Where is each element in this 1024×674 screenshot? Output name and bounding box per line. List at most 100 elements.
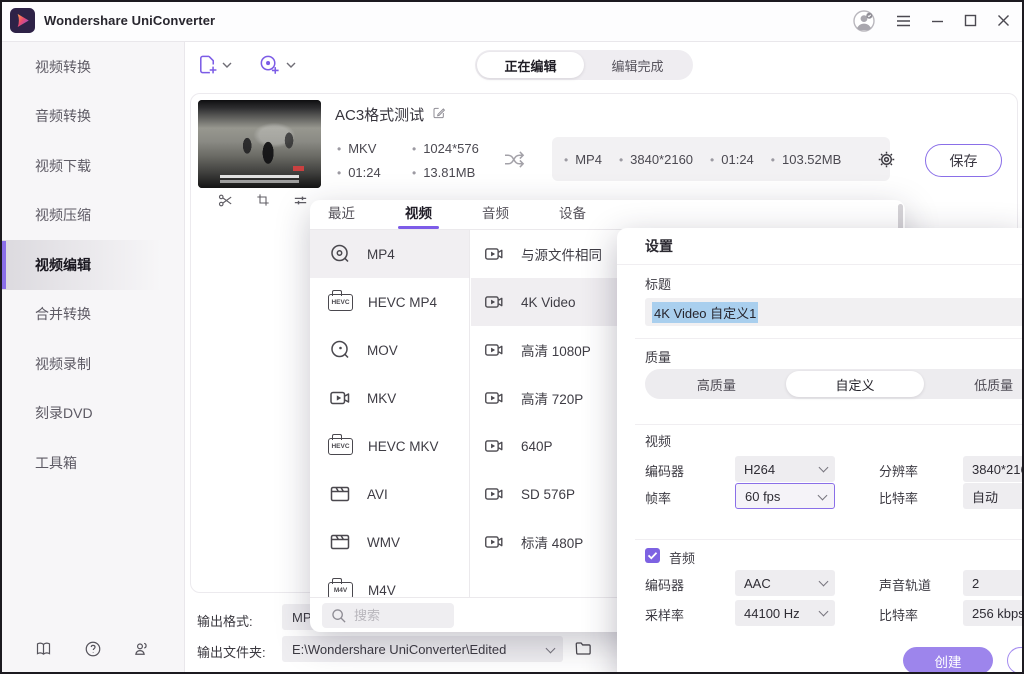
create-button[interactable]: 创建: [903, 647, 993, 674]
preset-label: 高清 1080P: [521, 340, 591, 360]
output-file-info: MP4 3840*2160 01:24 103.52MB: [552, 137, 890, 181]
crop-icon[interactable]: [255, 192, 271, 209]
sidebar-item-video-download[interactable]: 视频下载: [0, 141, 184, 191]
video-preset-icon: [483, 291, 505, 313]
framerate-label: 帧率: [645, 488, 671, 507]
video-encoder-label: 编码器: [645, 461, 684, 480]
audio-enabled-checkbox[interactable]: [645, 548, 660, 563]
tab-video[interactable]: 视频: [395, 200, 442, 229]
effects-sliders-icon[interactable]: [292, 192, 309, 209]
tab-label: 正在编辑: [504, 56, 556, 75]
source-resolution: 1024*576: [412, 141, 479, 156]
output-settings-gear-icon[interactable]: [877, 150, 896, 169]
value: 2: [972, 576, 979, 591]
sidebar-item-video-edit[interactable]: 视频编辑: [0, 240, 184, 290]
video-bitrate-value-box[interactable]: 自动: [963, 483, 1024, 509]
audio-encoder-select[interactable]: AAC: [735, 570, 835, 596]
tab-audio[interactable]: 音频: [472, 200, 519, 229]
chevron-down-icon: [546, 644, 556, 654]
sidebar-item-merge-convert[interactable]: 合并转换: [0, 290, 184, 340]
community-icon[interactable]: [132, 640, 151, 658]
settings-panel: 设置 标题 4K Video 自定义1 质量 高质量 自定义 低质量 视频 编码…: [617, 228, 1024, 674]
divider: [635, 338, 1024, 339]
sidebar-item-label: 视频转换: [35, 57, 91, 77]
format-item-hevc-mkv[interactable]: HEVC HEVC MKV: [310, 422, 469, 470]
sidebar-bottom-bar: [0, 640, 185, 658]
tab-recent[interactable]: 最近: [318, 200, 365, 229]
output-format: MP4: [564, 152, 602, 167]
add-disc-button[interactable]: [258, 53, 281, 76]
tab-label: 音频: [482, 206, 509, 221]
add-file-chevron-down-icon[interactable]: [222, 62, 232, 69]
preset-name-input[interactable]: 4K Video 自定义1: [645, 298, 1024, 326]
output-duration: 01:24: [710, 152, 754, 167]
audio-channel-value-box[interactable]: 2: [963, 570, 1024, 596]
samplerate-select[interactable]: 44100 Hz: [735, 600, 835, 626]
video-camera-icon: [328, 386, 352, 410]
quality-option-high[interactable]: 高质量: [647, 371, 786, 397]
add-file-button[interactable]: [196, 53, 219, 76]
format-item-wmv[interactable]: WMV: [310, 518, 469, 566]
account-avatar-icon[interactable]: [852, 9, 876, 33]
minimize-button[interactable]: [931, 15, 944, 27]
add-disc-chevron-down-icon[interactable]: [286, 62, 296, 69]
audio-bitrate-value-box[interactable]: 256 kbps: [963, 600, 1024, 626]
trim-scissors-icon[interactable]: [217, 192, 234, 209]
film-clapper-icon: [328, 482, 352, 506]
framerate-select[interactable]: 60 fps: [735, 483, 835, 509]
value: 3840*2160: [972, 462, 1024, 477]
close-button[interactable]: [997, 14, 1010, 27]
format-item-mp4[interactable]: MP4: [310, 230, 469, 278]
sidebar-item-screen-record[interactable]: 视频录制: [0, 339, 184, 389]
menu-icon[interactable]: [896, 15, 911, 27]
sidebar-item-label: 视频下载: [35, 156, 91, 176]
format-label: MP4: [367, 247, 395, 262]
segment-label: 高质量: [697, 375, 736, 394]
sidebar-item-label: 工具箱: [35, 453, 77, 473]
app-logo-icon: [10, 8, 35, 33]
selected-text: 4K Video 自定义1: [652, 302, 758, 323]
disc-dot-icon: [328, 338, 352, 362]
tab-device[interactable]: 设备: [549, 200, 596, 229]
format-item-hevc-mp4[interactable]: HEVC HEVC MP4: [310, 278, 469, 326]
tab-editing[interactable]: 正在编辑: [477, 52, 584, 78]
output-folder-select[interactable]: E:\Wondershare UniConverter\Edited: [282, 636, 563, 662]
resolution-value-box[interactable]: 3840*2160: [963, 456, 1024, 482]
quality-segmented-control: 高质量 自定义 低质量: [645, 369, 1024, 399]
rename-edit-icon[interactable]: [431, 105, 447, 121]
m4v-badge-icon: M4V: [328, 582, 353, 598]
format-label: AVI: [367, 487, 388, 502]
video-preset-icon: [483, 483, 505, 505]
tab-edit-finished[interactable]: 编辑完成: [584, 52, 691, 78]
audio-channel-label: 声音轨道: [879, 575, 931, 594]
name-label: 标题: [645, 274, 671, 293]
sidebar-item-burn-dvd[interactable]: 刻录DVD: [0, 389, 184, 439]
format-list: MP4 HEVC HEVC MP4 MOV MKV HEVC HEVC MKV …: [310, 230, 470, 597]
video-encoder-select[interactable]: H264: [735, 456, 835, 482]
save-button[interactable]: 保存: [925, 144, 1002, 177]
format-item-m4v[interactable]: M4V M4V: [310, 566, 469, 597]
help-icon[interactable]: [84, 640, 102, 658]
maximize-button[interactable]: [964, 14, 977, 27]
source-size: 13.81MB: [412, 165, 479, 180]
secondary-button[interactable]: [1007, 647, 1024, 674]
open-folder-icon[interactable]: [573, 639, 593, 658]
video-thumbnail[interactable]: [198, 100, 321, 188]
format-item-mkv[interactable]: MKV: [310, 374, 469, 422]
sidebar-item-video-convert[interactable]: 视频转换: [0, 42, 184, 92]
sidebar-item-toolbox[interactable]: 工具箱: [0, 438, 184, 488]
audio-bitrate-label: 比特率: [879, 605, 918, 624]
output-folder-label: 输出文件夹:: [197, 642, 266, 661]
video-overlay-badge: [293, 166, 304, 171]
sidebar-item-audio-convert[interactable]: 音频转换: [0, 92, 184, 142]
format-item-avi[interactable]: AVI: [310, 470, 469, 518]
search-box: [322, 603, 454, 628]
file-title: AC3格式测试: [335, 104, 424, 125]
format-item-mov[interactable]: MOV: [310, 326, 469, 374]
guide-book-icon[interactable]: [34, 640, 53, 658]
format-label: MOV: [367, 343, 398, 358]
sidebar-item-video-compress[interactable]: 视频压缩: [0, 191, 184, 241]
sidebar: 视频转换 音频转换 视频下载 视频压缩 视频编辑 合并转换 视频录制 刻录DVD…: [0, 42, 185, 674]
quality-option-custom[interactable]: 自定义: [786, 371, 925, 397]
quality-option-low[interactable]: 低质量: [924, 371, 1024, 397]
